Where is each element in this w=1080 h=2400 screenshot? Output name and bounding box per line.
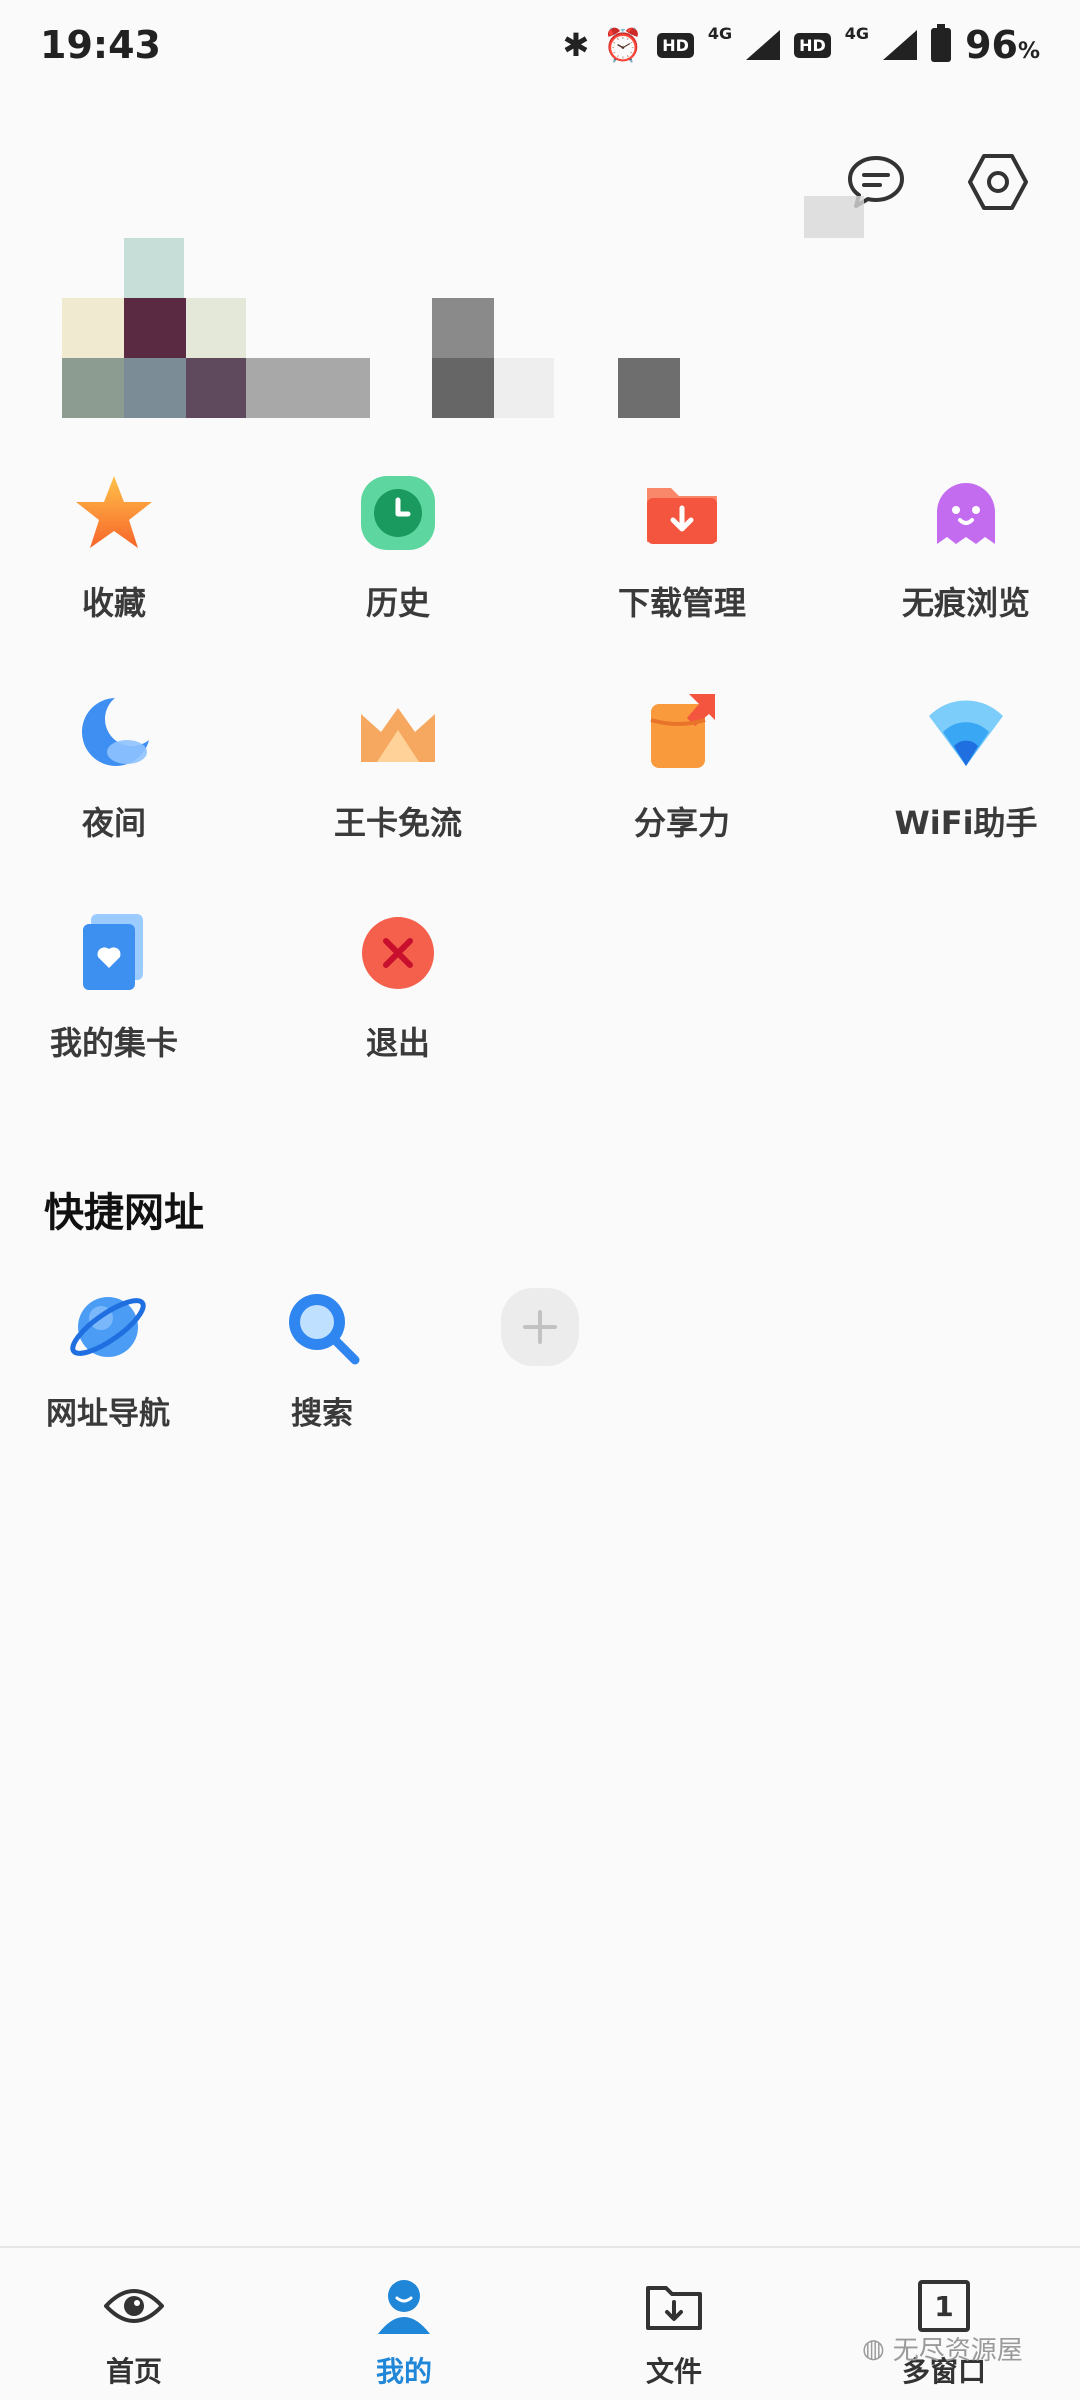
wifi-assistant-label: WiFi助手 [894, 804, 1038, 842]
favorites-item[interactable]: 收藏 [4, 470, 224, 650]
incognito-label: 无痕浏览 [901, 584, 1030, 622]
clock-icon [355, 470, 441, 556]
profile-page: 19:43 ✱ ⏰ HD 4G HD 4G 96% 收藏 历史 下载管理 无痕浏… [0, 0, 1080, 2400]
download-manager-label: 下载管理 [617, 584, 746, 622]
share-power-item[interactable]: 分享力 [572, 690, 792, 870]
eye-icon [102, 2274, 166, 2338]
quick-link-navigation[interactable]: 网址导航 [18, 1284, 198, 1454]
watermark: ◍ 无尽资源屋 [862, 2330, 1023, 2367]
profile-area[interactable] [0, 220, 1080, 430]
name-pixel [494, 358, 554, 418]
quick-link-add[interactable] [450, 1284, 630, 1454]
avatar-pixel [186, 298, 246, 358]
avatar-pixel [246, 358, 370, 418]
nav-mine[interactable]: 我的 [304, 2248, 504, 2400]
nav-windows[interactable]: 1 多窗口 [844, 2248, 1044, 2400]
nav-home-label: 首页 [105, 2355, 162, 2388]
ghost-icon [923, 470, 1009, 556]
share-power-label: 分享力 [633, 804, 730, 842]
file-download-icon [642, 2274, 706, 2338]
name-pixel [618, 358, 680, 418]
quick-link-search-label: 搜索 [291, 1396, 353, 1432]
battery-unit: % [1017, 39, 1040, 64]
avatar-pixel [124, 358, 186, 418]
planet-icon [65, 1284, 151, 1370]
download-manager-item[interactable]: 下载管理 [572, 470, 792, 650]
hd-badge: HD [657, 32, 694, 58]
moon-icon [71, 690, 157, 776]
window-count-badge: 1 [918, 2280, 970, 2332]
download-folder-icon [639, 470, 725, 556]
nav-files[interactable]: 文件 [574, 2248, 774, 2400]
wifi-icon [923, 690, 1009, 776]
bottom-nav: 首页 我的 文件 1 多窗口 [0, 2246, 1080, 2400]
quick-link-navigation-label: 网址导航 [46, 1396, 170, 1432]
avatar-pixel [62, 358, 124, 418]
header-actions [844, 150, 1030, 214]
quick-link-search[interactable]: 搜索 [232, 1284, 412, 1454]
nav-home[interactable]: 首页 [34, 2248, 234, 2400]
logout-item[interactable]: 退出 [288, 910, 508, 1090]
logout-label: 退出 [365, 1024, 430, 1062]
window-count-icon: 1 [912, 2274, 976, 2338]
king-card-item[interactable]: 王卡免流 [288, 690, 508, 870]
settings-button[interactable] [966, 150, 1030, 214]
quick-links-title: 快捷网址 [44, 1190, 204, 1236]
wechat-icon: ◍ [862, 2333, 885, 2364]
avatar-pixel [186, 358, 246, 418]
wifi-assistant-item[interactable]: WiFi助手 [856, 690, 1076, 870]
king-card-label: 王卡免流 [333, 804, 462, 842]
avatar-pixel [124, 238, 184, 298]
nav-files-label: 文件 [645, 2355, 702, 2388]
battery-icon [931, 24, 952, 62]
history-item[interactable]: 历史 [288, 470, 508, 650]
card-heart-icon [71, 910, 157, 996]
status-time: 19:43 [40, 23, 161, 67]
plus-icon [497, 1284, 583, 1370]
star-icon [71, 470, 157, 556]
signal-icon [746, 30, 781, 60]
status-bar: 19:43 ✱ ⏰ HD 4G HD 4G 96% [0, 0, 1080, 90]
network-type: 4G [707, 23, 733, 43]
history-label: 历史 [365, 584, 430, 622]
name-pixel [432, 298, 494, 358]
hexagon-gear-icon [968, 154, 1028, 210]
incognito-item[interactable]: 无痕浏览 [856, 470, 1076, 650]
name-pixel [432, 358, 494, 418]
night-mode-label: 夜间 [81, 804, 146, 842]
battery-level: 96 [965, 23, 1018, 67]
bluetooth-icon: ✱ [562, 26, 590, 64]
search-icon [279, 1284, 365, 1370]
signal-icon-2 [883, 30, 918, 60]
exit-x-icon [355, 910, 441, 996]
my-cards-item[interactable]: 我的集卡 [4, 910, 224, 1090]
avatar-pixel [62, 298, 124, 358]
hd-badge-2: HD [794, 32, 831, 58]
share-gift-icon [639, 690, 725, 776]
favorites-label: 收藏 [81, 584, 146, 622]
night-mode-item[interactable]: 夜间 [4, 690, 224, 870]
status-icons: ✱ ⏰ HD 4G HD 4G 96% [563, 23, 1040, 67]
my-cards-label: 我的集卡 [49, 1024, 178, 1062]
person-icon [372, 2274, 436, 2338]
avatar-pixel [124, 298, 186, 358]
crown-icon [355, 690, 441, 776]
watermark-text: 无尽资源屋 [892, 2336, 1023, 2366]
nav-mine-label: 我的 [375, 2355, 432, 2388]
alarm-icon: ⏰ [603, 26, 644, 64]
network-type-2: 4G [844, 23, 870, 43]
